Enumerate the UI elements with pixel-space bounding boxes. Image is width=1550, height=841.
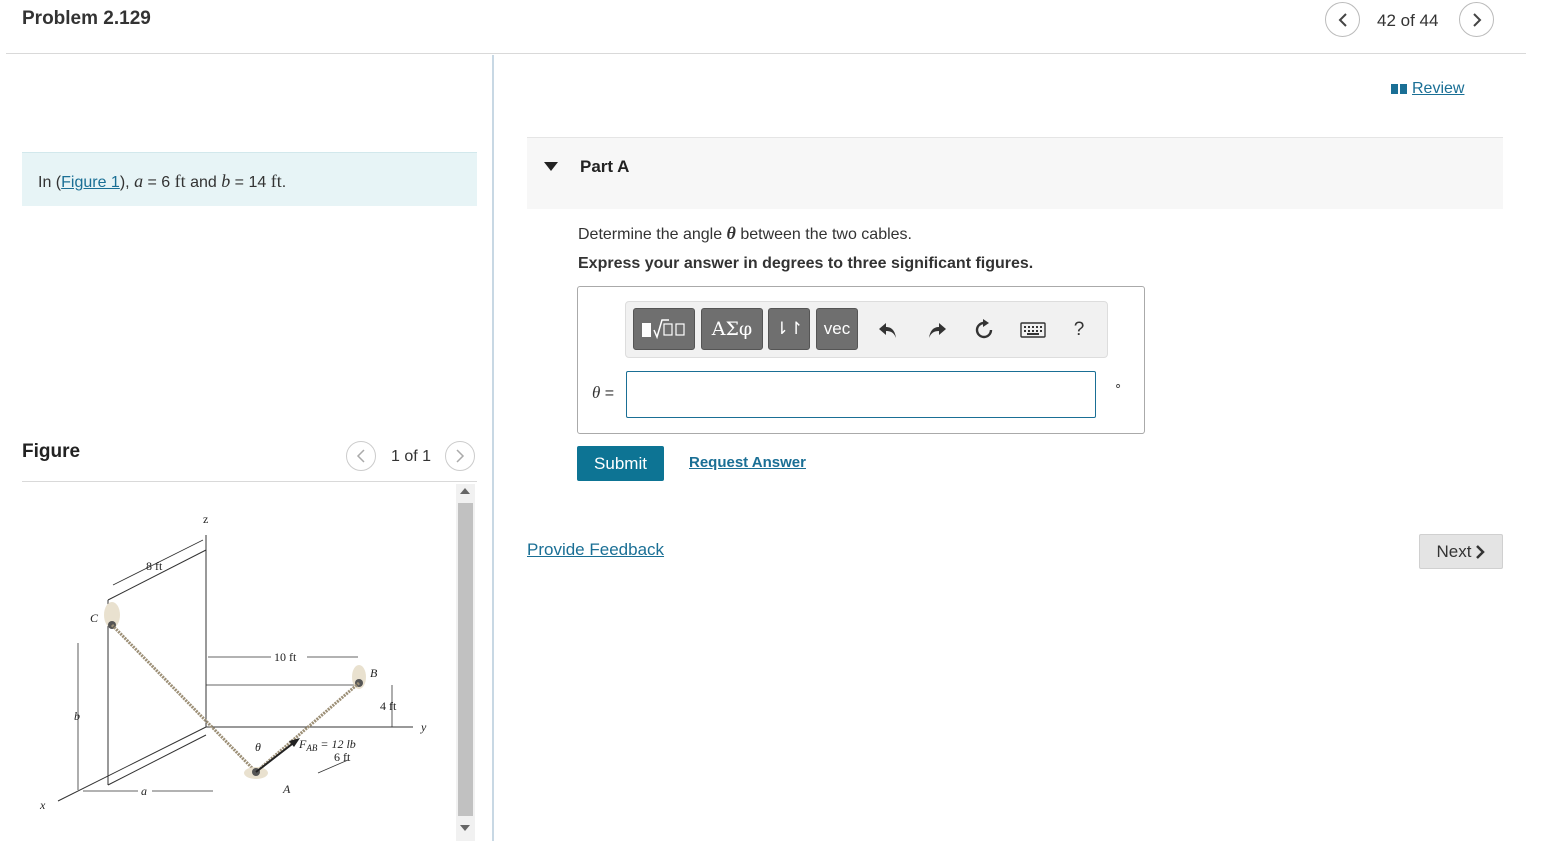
pane-divider[interactable] — [492, 55, 494, 841]
chevron-left-icon — [356, 449, 365, 463]
x-axis — [57, 726, 207, 802]
var-a: a — [134, 171, 144, 191]
provide-feedback-link[interactable]: Provide Feedback — [527, 540, 664, 560]
part-title: Part A — [580, 157, 630, 176]
wall-bottom — [107, 734, 207, 786]
keyboard-button[interactable] — [1019, 317, 1047, 343]
figure-heading: Figure — [22, 441, 81, 462]
dim-4ft-label: 4 ft — [380, 699, 397, 713]
figure-scrollbar-thumb[interactable] — [458, 503, 473, 816]
keyboard-icon — [1020, 322, 1046, 338]
reset-icon — [975, 319, 993, 339]
a-unit: ft — [174, 171, 186, 191]
dim-b-label: b — [74, 709, 80, 723]
chevron-right-icon — [456, 449, 465, 463]
undo-button[interactable] — [875, 317, 901, 343]
intro-text: . — [281, 174, 287, 191]
point-b-label: B — [370, 666, 378, 680]
part-a-header[interactable] — [527, 137, 1503, 209]
reset-button[interactable] — [971, 317, 997, 343]
dim-6ft-label: 6 ft — [334, 750, 351, 764]
b-unit: ft — [270, 171, 282, 191]
review-label: Review — [1412, 80, 1465, 97]
answer-label: θ = — [592, 383, 614, 403]
question-var-theta: θ — [726, 223, 736, 243]
problem-figure: z y x 8 ft C b 10 ft B 4 ft A FAB = 12 l… — [39, 512, 427, 812]
request-answer-link[interactable]: Request Answer — [689, 454, 806, 471]
page-title: Problem 2.129 — [22, 8, 151, 29]
question-text-post: between the two cables. — [735, 226, 912, 243]
dim-8ft-label: 8 ft — [146, 559, 163, 573]
answer-label-eq: = — [600, 385, 615, 402]
vector-button[interactable]: vec — [816, 308, 858, 350]
question-text: Determine the angle θ between the two ca… — [578, 223, 912, 244]
next-problem-button[interactable] — [1459, 2, 1494, 37]
question-text-pre: Determine the angle — [578, 226, 727, 243]
degree-unit: ∘ — [1114, 378, 1123, 393]
intro-text: In ( — [38, 174, 62, 191]
arrows-button[interactable]: ⇂↾ — [768, 308, 810, 350]
wall-top — [107, 549, 207, 601]
y-axis-label: y — [420, 720, 427, 734]
answer-input[interactable] — [626, 371, 1096, 418]
next-button[interactable]: Next — [1419, 534, 1503, 569]
intro-text: ), — [119, 174, 130, 191]
figure-counter: 1 of 1 — [391, 448, 432, 465]
help-button[interactable]: ? — [1066, 317, 1092, 343]
scroll-down-icon[interactable] — [460, 825, 470, 831]
greek-letters-button[interactable]: ΑΣφ — [701, 308, 763, 350]
cable-ac — [110, 623, 258, 774]
var-b: b — [221, 171, 231, 191]
figure-link[interactable]: Figure 1 — [61, 174, 120, 191]
problem-intro: In (Figure 1), a = 6 ft and b = 14 ft. — [22, 152, 477, 206]
book-icon — [1391, 84, 1407, 94]
templates-button[interactable] — [633, 308, 695, 350]
figure-divider — [22, 481, 477, 482]
chevron-right-icon — [1476, 544, 1486, 559]
review-link[interactable]: Review — [1390, 80, 1464, 98]
z-axis-label: z — [203, 512, 208, 526]
dim-a-label: a — [141, 784, 147, 798]
redo-button[interactable] — [924, 317, 950, 343]
point-c-label: C — [90, 611, 99, 625]
next-label: Next — [1436, 541, 1472, 561]
answer-instruction: Express your answer in degrees to three … — [578, 255, 1034, 272]
problem-counter: 42 of 44 — [1377, 11, 1439, 30]
figure-prev-button[interactable] — [346, 441, 376, 471]
scroll-up-icon[interactable] — [460, 488, 470, 494]
prev-problem-button[interactable] — [1325, 2, 1360, 37]
submit-button[interactable]: Submit — [577, 446, 664, 481]
force-arrow — [255, 740, 297, 773]
dim-10ft-label: 10 ft — [274, 650, 297, 664]
b-value: = 14 — [230, 174, 271, 191]
intro-text: and — [185, 174, 222, 191]
point-a-label: A — [282, 782, 291, 796]
redo-icon — [929, 323, 946, 338]
x-axis-label: x — [39, 798, 46, 812]
theta-label: θ — [255, 740, 261, 754]
header-divider — [6, 53, 1526, 54]
figure-next-button[interactable] — [445, 441, 475, 471]
undo-icon — [879, 323, 896, 338]
template-sqrt-icon — [642, 319, 685, 340]
a-value: = 6 — [143, 174, 175, 191]
chevron-right-icon — [1472, 12, 1481, 27]
chevron-left-icon — [1338, 12, 1347, 27]
collapse-triangle-icon[interactable] — [544, 162, 558, 171]
